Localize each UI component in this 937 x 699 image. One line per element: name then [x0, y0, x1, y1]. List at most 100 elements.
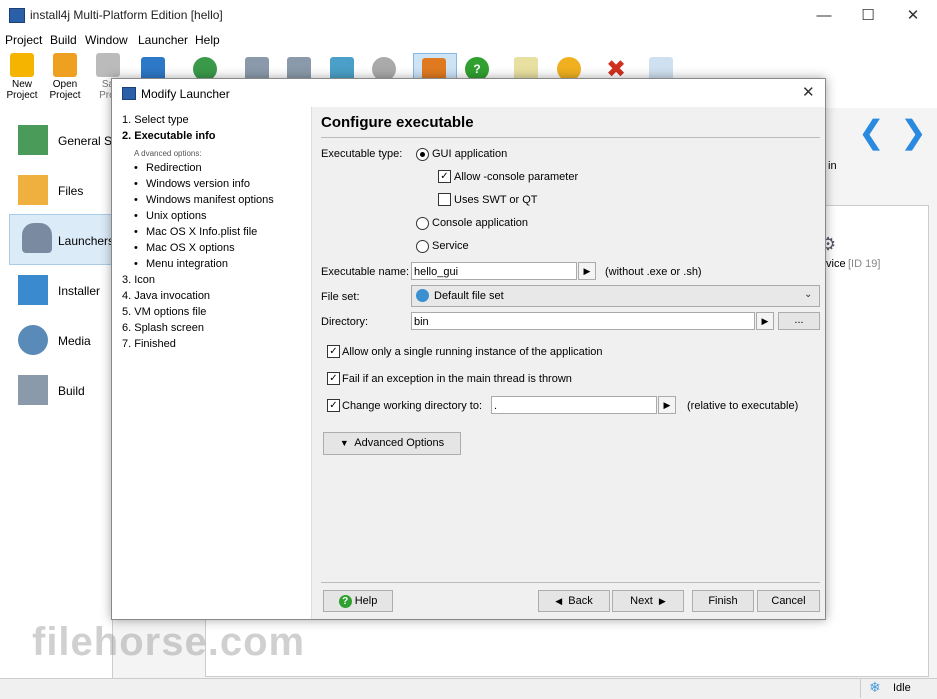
forward-arrow-icon[interactable]: ❯	[900, 113, 927, 151]
new-project-icon	[10, 53, 34, 77]
title-divider	[321, 137, 820, 138]
step-windows-version-info[interactable]: Windows version info	[146, 178, 250, 190]
service-label: vice	[826, 258, 846, 270]
bullet: •	[134, 226, 138, 238]
help-icon: ?	[338, 594, 352, 608]
step-vm-options[interactable]: 5. VM options file	[122, 306, 206, 318]
clipboard-icon	[18, 125, 48, 155]
status-text: Idle	[893, 682, 911, 694]
gui-app-label[interactable]: GUI application	[432, 148, 507, 160]
advanced-options-button[interactable]: ▼ Advanced Options	[323, 432, 461, 455]
nav-media[interactable]: Media	[8, 315, 112, 363]
step-icon[interactable]: 3. Icon	[122, 274, 155, 286]
nav-launchers[interactable]: Launchers	[9, 214, 114, 265]
globe-icon	[416, 289, 429, 302]
step-unix-options[interactable]: Unix options	[146, 210, 207, 222]
background-text: in	[828, 160, 837, 172]
finish-button[interactable]: Finish	[692, 590, 754, 612]
service-id: [ID 19]	[848, 258, 881, 270]
bullet: •	[134, 162, 138, 174]
installer-window-icon	[18, 275, 48, 305]
menu-window[interactable]: Window	[85, 33, 128, 47]
back-arrow-icon[interactable]: ❮	[858, 113, 885, 151]
next-button[interactable]: Next ▶	[612, 590, 684, 612]
exe-name-input[interactable]: hello_gui	[411, 262, 577, 280]
exe-name-arrow-button[interactable]: ▶	[578, 262, 596, 280]
change-wd-checkbox[interactable]: ✓	[327, 399, 340, 412]
allow-console-label[interactable]: Allow -console parameter	[454, 171, 578, 183]
dialog-close-icon[interactable]: ✕	[802, 83, 815, 101]
bullet: •	[134, 242, 138, 254]
step-mac-plist[interactable]: Mac OS X Info.plist file	[146, 226, 257, 238]
step-windows-manifest[interactable]: Windows manifest options	[146, 194, 274, 206]
step-executable-info[interactable]: 2. Executable info	[122, 130, 216, 142]
exe-name-label: Executable name:	[321, 266, 410, 278]
change-wd-input[interactable]: .	[491, 396, 657, 414]
triangle-left-icon: ◀	[555, 596, 563, 606]
single-instance-checkbox[interactable]: ✓	[327, 345, 340, 358]
allow-console-checkbox[interactable]: ✓	[438, 170, 451, 183]
maximize-icon[interactable]: ☐	[845, 0, 891, 31]
service-radio[interactable]	[416, 240, 429, 253]
minimize-icon[interactable]: —	[801, 0, 847, 31]
step-menu-integration[interactable]: Menu integration	[146, 258, 228, 270]
help-button[interactable]: ? Help	[323, 590, 393, 612]
bullet: •	[134, 194, 138, 206]
bullet: •	[134, 178, 138, 190]
menu-build[interactable]: Build	[50, 33, 77, 47]
menu-project[interactable]: Project	[5, 33, 42, 47]
relative-hint: (relative to executable)	[687, 400, 799, 412]
fail-exception-checkbox[interactable]: ✓	[327, 372, 340, 385]
directory-input[interactable]: bin	[411, 312, 755, 330]
back-button[interactable]: ◀ Back	[538, 590, 610, 612]
status-bar	[0, 678, 937, 699]
change-wd-arrow-button[interactable]: ▶	[658, 396, 676, 414]
console-app-label[interactable]: Console application	[432, 217, 528, 229]
menu-launcher[interactable]: Launcher	[138, 33, 188, 47]
nav-installer[interactable]: Installer	[8, 265, 112, 313]
service-label[interactable]: Service	[432, 240, 469, 252]
rocket-icon	[22, 223, 52, 253]
step-redirection[interactable]: Redirection	[146, 162, 202, 174]
configure-pane	[312, 107, 825, 619]
open-project-button[interactable]: Open Project	[43, 53, 87, 101]
app-icon	[9, 8, 25, 23]
nav-general-settings[interactable]: General Se	[8, 115, 119, 163]
directory-arrow-button[interactable]: ▶	[756, 312, 774, 330]
uses-swt-checkbox[interactable]	[438, 193, 451, 206]
browse-button[interactable]: ...	[778, 312, 820, 330]
triangle-right-icon: ▶	[658, 596, 666, 606]
step-finished[interactable]: 7. Finished	[122, 338, 176, 350]
nav-files[interactable]: Files	[8, 165, 112, 213]
fail-exception-label[interactable]: Fail if an exception in the main thread …	[342, 373, 572, 385]
exe-name-hint: (without .exe or .sh)	[605, 266, 702, 278]
save-icon	[96, 53, 120, 77]
uses-swt-label[interactable]: Uses SWT or QT	[454, 194, 538, 206]
build-gear-nav-icon	[18, 375, 48, 405]
directory-label: Directory:	[321, 316, 369, 328]
step-select-type[interactable]: 1. Select type	[122, 114, 189, 126]
media-disc-icon	[18, 325, 48, 355]
dialog-app-icon	[122, 87, 136, 100]
chevron-down-icon: ⌄	[804, 289, 813, 300]
modify-launcher-dialog: Modify Launcher ✕ 1. Select type 2. Exec…	[111, 78, 826, 620]
status-divider	[860, 679, 861, 698]
close-icon[interactable]: ✕	[890, 0, 936, 31]
cancel-button[interactable]: Cancel	[757, 590, 820, 612]
bullet: •	[134, 210, 138, 222]
change-wd-label[interactable]: Change working directory to:	[342, 400, 482, 412]
open-folder-icon	[53, 53, 77, 77]
step-mac-options[interactable]: Mac OS X options	[146, 242, 235, 254]
step-splash-screen[interactable]: 6. Splash screen	[122, 322, 204, 334]
nav-build[interactable]: Build	[8, 365, 112, 413]
triangle-down-icon: ▼	[339, 438, 349, 448]
window-title: install4j Multi-Platform Edition [hello]	[30, 8, 223, 22]
dialog-title: Modify Launcher	[141, 87, 230, 101]
menu-help[interactable]: Help	[195, 33, 220, 47]
single-instance-label[interactable]: Allow only a single running instance of …	[342, 346, 603, 358]
page-title: Configure executable	[321, 114, 474, 131]
new-project-button[interactable]: New Project	[0, 53, 44, 101]
console-app-radio[interactable]	[416, 217, 429, 230]
step-java-invocation[interactable]: 4. Java invocation	[122, 290, 210, 302]
gui-app-radio[interactable]	[416, 148, 429, 161]
